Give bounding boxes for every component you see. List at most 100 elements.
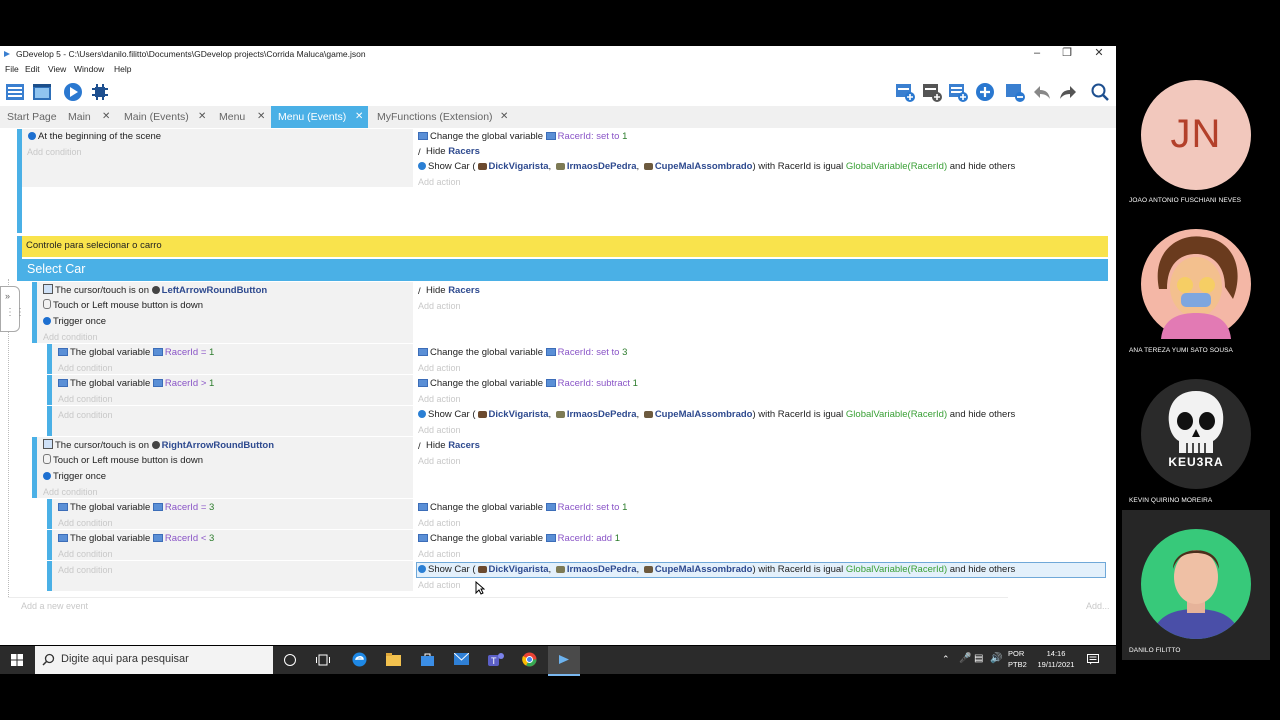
volume-icon[interactable]: 🔊 [990,653,1002,664]
action-row[interactable]: Change the global variable RacerId: set … [418,346,627,360]
close-window-button[interactable]: ✕ [1084,46,1114,62]
add-action-link[interactable]: Add action [418,425,461,435]
tab-menu[interactable]: Menu ✕ [212,106,270,128]
add-action-link[interactable]: Add action [418,301,461,311]
add-condition-link[interactable]: Add condition [27,147,82,157]
microphone-icon[interactable]: 🎤 [959,653,971,664]
redo-icon[interactable] [1058,82,1078,102]
action-row[interactable]: Change the global variable RacerId: set … [418,130,627,144]
teams-icon[interactable]: T [488,652,504,667]
action-row[interactable]: Change the global variable RacerId: subt… [418,377,638,391]
project-manager-icon[interactable] [5,82,25,102]
add-action-link[interactable]: Add action [418,518,461,528]
tab-myfunctions-extension[interactable]: MyFunctions (Extension) ✕ [368,106,516,128]
add-condition-link[interactable]: Add condition [58,518,113,528]
add-condition-link[interactable]: Add condition [58,363,113,373]
comment-event[interactable]: Controle para selecionar o carro [21,236,1108,257]
condition-row[interactable]: Touch or Left mouse button is down [43,454,203,468]
action-row[interactable]: Show Car (DickVigarista, IrmaosDePedra, … [418,408,1015,422]
group-event[interactable]: Select Car [21,259,1108,281]
add-instruction-icon[interactable] [975,82,995,102]
action-row[interactable]: Change the global variable RacerId: set … [418,501,627,515]
maximize-button[interactable]: ❐ [1052,46,1082,62]
undo-icon[interactable] [1032,82,1052,102]
add-more-link[interactable]: Add... [1086,601,1110,611]
input-language-indicator[interactable]: POR PTB2 [1008,648,1027,670]
add-action-link[interactable]: Add action [418,177,461,187]
condition-row[interactable]: The cursor/touch is on LeftArrowRoundBut… [43,284,267,298]
tab-main-events[interactable]: Main (Events) ✕ [118,106,212,128]
add-action-link[interactable]: Add action [418,363,461,373]
add-event-icon[interactable] [895,82,915,102]
delete-event-icon[interactable] [1005,82,1025,102]
add-new-event-link[interactable]: Add a new event [21,601,88,611]
chrome-icon[interactable] [522,652,537,667]
scene-editor-icon[interactable] [32,82,52,102]
clock[interactable]: 14:16 19/11/2021 [1034,648,1078,670]
menu-view[interactable]: View [48,64,66,74]
preview-play-icon[interactable] [63,82,83,102]
add-comment-icon[interactable] [948,82,968,102]
add-condition-link[interactable]: Add condition [58,565,113,575]
event-bar [17,236,22,281]
condition-row[interactable]: Trigger once [43,315,106,329]
network-icon[interactable]: ▤ [974,653,983,664]
mouse-icon [43,299,51,309]
menu-edit[interactable]: Edit [25,64,40,74]
search-icon[interactable] [1090,82,1110,102]
close-tab-icon[interactable]: ✕ [355,106,363,128]
menu-window[interactable]: Window [74,64,104,74]
action-row[interactable]: Show Car (DickVigarista, IrmaosDePedra, … [418,563,1015,577]
cortana-icon[interactable] [284,654,296,666]
add-action-link[interactable]: Add action [418,580,461,590]
add-condition-link[interactable]: Add condition [43,332,98,342]
tab-menu-events[interactable]: Menu (Events) ✕ [271,106,368,128]
add-action-link[interactable]: Add action [418,549,461,559]
edge-browser-icon[interactable] [352,652,367,667]
add-condition-link[interactable]: Add condition [43,487,98,497]
task-view-icon[interactable] [316,654,330,666]
add-condition-link[interactable]: Add condition [58,549,113,559]
condition-row[interactable]: The cursor/touch is on RightArrowRoundBu… [43,439,274,453]
action-row[interactable]: / Hide Racers [418,145,480,159]
taskbar-search[interactable]: Digite aqui para pesquisar [35,646,273,674]
participant-avatar[interactable]: KEU3RA [1141,379,1251,489]
add-action-link[interactable]: Add action [418,394,461,404]
action-row[interactable]: / Hide Racers [418,439,480,453]
participant-avatar[interactable] [1141,229,1251,339]
gdevelop-taskbar-button[interactable] [548,646,580,676]
action-row[interactable]: / Hide Racers [418,284,480,298]
participant-avatar[interactable] [1141,529,1251,639]
close-tab-icon[interactable]: ✕ [257,106,265,128]
add-condition-link[interactable]: Add condition [58,410,113,420]
mail-icon[interactable] [454,653,469,665]
condition-row[interactable]: At the beginning of the scene [28,130,161,144]
close-tab-icon[interactable]: ✕ [500,106,508,128]
tab-start-page[interactable]: Start Page [0,106,64,128]
file-explorer-icon[interactable] [386,653,401,666]
condition-row[interactable]: Trigger once [43,470,106,484]
minimize-button[interactable]: – [1022,46,1052,62]
action-row[interactable]: Show Car (DickVigarista, IrmaosDePedra, … [418,160,1015,174]
debugger-icon[interactable] [90,82,110,102]
condition-row[interactable]: The global variable RacerId = 1 [58,346,214,360]
windows-start-icon[interactable] [11,654,23,666]
add-action-link[interactable]: Add action [418,456,461,466]
condition-row[interactable]: Touch or Left mouse button is down [43,299,203,313]
action-row[interactable]: Change the global variable RacerId: add … [418,532,620,546]
side-drawer-handle[interactable]: » ⋮⋮ [0,286,25,332]
close-tab-icon[interactable]: ✕ [102,106,110,128]
store-icon[interactable] [420,652,435,667]
close-tab-icon[interactable]: ✕ [198,106,206,128]
menu-file[interactable]: File [5,64,19,74]
menu-help[interactable]: Help [114,64,131,74]
condition-row[interactable]: The global variable RacerId < 3 [58,532,214,546]
chevron-up-icon[interactable]: ⌃ [942,654,950,665]
participant-avatar[interactable]: JN [1141,80,1251,190]
condition-row[interactable]: The global variable RacerId > 1 [58,377,214,391]
add-condition-link[interactable]: Add condition [58,394,113,404]
notifications-icon[interactable] [1087,654,1099,665]
tab-main[interactable]: Main ✕ [64,106,118,128]
condition-row[interactable]: The global variable RacerId = 3 [58,501,214,515]
add-sub-event-icon[interactable] [922,82,942,102]
